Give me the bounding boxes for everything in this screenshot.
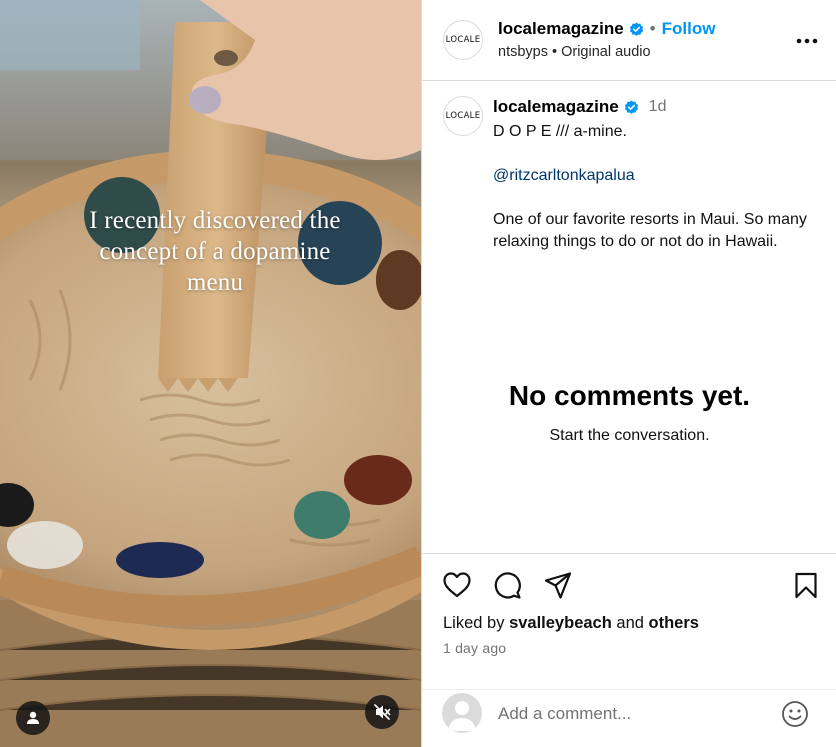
comment-icon[interactable] (493, 571, 522, 600)
post-media[interactable]: I recently discovered the concept of a d… (0, 0, 421, 747)
default-avatar-icon (448, 701, 476, 731)
actions-section: Liked by svalleybeach and others 1 day a… (422, 553, 836, 747)
liked-by-others[interactable]: others (649, 614, 699, 632)
audio-info[interactable]: ntsbyps • Original audio (498, 44, 651, 60)
bookmark-icon[interactable] (794, 572, 818, 599)
mention-link[interactable]: @ritzcarltonkapalua (493, 167, 635, 184)
share-icon[interactable] (543, 571, 573, 600)
tagged-users-button[interactable] (16, 701, 50, 735)
emoji-icon[interactable] (781, 700, 809, 728)
no-comments-title: No comments yet. (508, 380, 751, 411)
avatar-logo-text: LOCALE (445, 35, 481, 45)
video-caption-overlay: I recently discovered the concept of a d… (50, 205, 380, 298)
verified-badge-icon (624, 99, 638, 114)
mute-button[interactable] (365, 695, 399, 729)
overlay-line: menu (186, 269, 244, 296)
post-date[interactable]: 1 day ago (443, 640, 506, 656)
more-options-icon[interactable] (796, 38, 818, 44)
caption-text: D O P E /// a-mine. @ritzcarltonkapalua … (493, 121, 823, 275)
media-image (0, 0, 421, 747)
liked-by-user[interactable]: svalleybeach (509, 614, 612, 632)
speaker-muted-icon (374, 704, 391, 720)
liked-by-prefix: Liked by (443, 614, 505, 632)
post-header: LOCALE localemagazine • Follow ntsbyps •… (422, 0, 836, 81)
no-comments-subtitle: Start the conversation. (549, 427, 710, 444)
comment-input[interactable] (498, 704, 768, 724)
caption-time[interactable]: 1d (649, 98, 667, 116)
follow-button[interactable]: Follow (662, 19, 716, 39)
author-username[interactable]: localemagazine (498, 19, 624, 39)
caption-username[interactable]: localemagazine (493, 97, 619, 117)
caption-avatar[interactable]: LOCALE (443, 96, 483, 136)
avatar-logo-text: LOCALE (445, 111, 481, 121)
caption-user-row: localemagazine 1d (493, 97, 666, 117)
overlay-line: concept of a dopamine (99, 238, 331, 265)
header-user-row: localemagazine • Follow (498, 19, 715, 39)
verified-badge-icon (629, 21, 643, 36)
user-icon (27, 711, 39, 724)
separator-dot: • (649, 19, 656, 38)
liked-by: Liked by svalleybeach and others (443, 614, 699, 633)
heart-icon[interactable] (442, 571, 472, 599)
post-details-panel: LOCALE localemagazine • Follow ntsbyps •… (421, 0, 836, 747)
author-avatar[interactable]: LOCALE (443, 20, 483, 60)
add-comment-bar (422, 689, 836, 747)
current-user-avatar (442, 693, 482, 733)
caption-line: D O P E /// a-mine. (493, 123, 627, 140)
overlay-line: I recently discovered the (89, 207, 341, 234)
liked-by-and: and (616, 614, 644, 632)
caption-body: One of our favorite resorts in Maui. So … (493, 211, 807, 250)
